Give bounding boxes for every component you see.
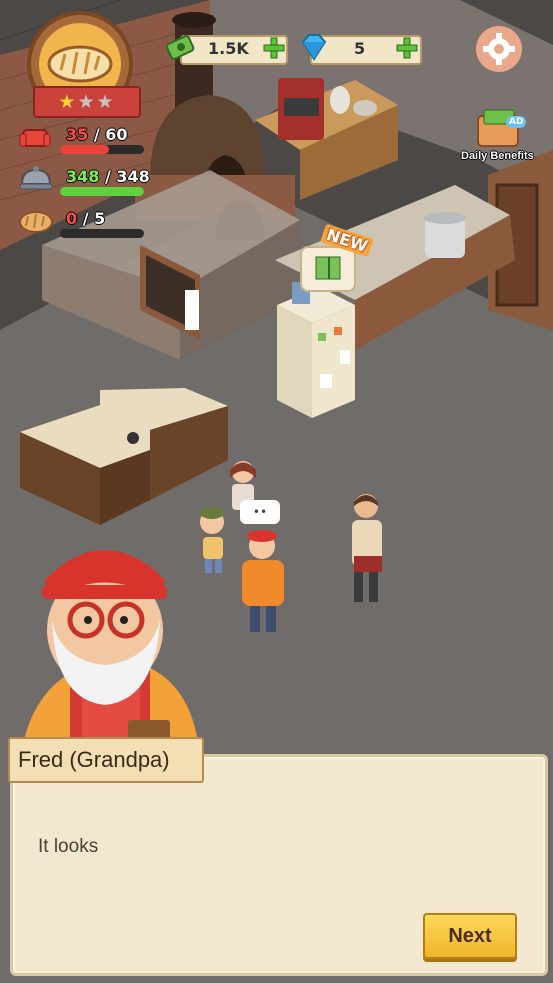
cloche-icon [18, 164, 54, 198]
speaker-name: Fred (Grandpa) [8, 737, 204, 783]
star-filled-icon: ★ [58, 91, 78, 113]
gear-icon [483, 33, 515, 65]
fridge [277, 282, 355, 418]
dialog-text: It looks [38, 836, 99, 857]
stat-bar-fill [60, 145, 109, 154]
cash-icon [165, 33, 196, 61]
recipe-book-icon [315, 256, 341, 280]
stat-bar [60, 229, 144, 238]
game-screen: ★★★ 35 / 60 348 / 348 0 / 5 1.5K 5 AD Dail… [0, 0, 553, 983]
speech-bubble: •• [240, 500, 280, 524]
new-recipe-button[interactable] [300, 246, 356, 292]
star-rating: ★★★ [33, 86, 141, 118]
daily-benefits-button[interactable]: AD [470, 106, 528, 152]
daily-benefits-label: Daily Benefits [461, 150, 534, 162]
stat-bar [60, 187, 144, 196]
stat-bar-fill [60, 187, 144, 196]
gem-value: 5 [354, 39, 366, 58]
cash-value: 1.5K [208, 39, 249, 58]
settings-button[interactable] [476, 26, 522, 72]
stat-bar [60, 145, 144, 154]
ad-badge: AD [506, 116, 527, 128]
stat-value: 35 / 60 [66, 125, 128, 144]
bread-icon [18, 206, 54, 240]
next-button[interactable]: Next [423, 913, 517, 959]
star-empty-icon: ★ [77, 91, 97, 113]
stat-value: 0 / 5 [66, 209, 106, 228]
add-gems-button[interactable] [395, 36, 419, 60]
diamond-icon [297, 31, 331, 65]
star-empty-icon: ★ [96, 91, 116, 113]
cash-stack-icon [477, 109, 519, 147]
add-cash-button[interactable] [262, 36, 286, 60]
stat-value: 348 / 348 [66, 167, 150, 186]
armchair-icon [18, 122, 52, 156]
